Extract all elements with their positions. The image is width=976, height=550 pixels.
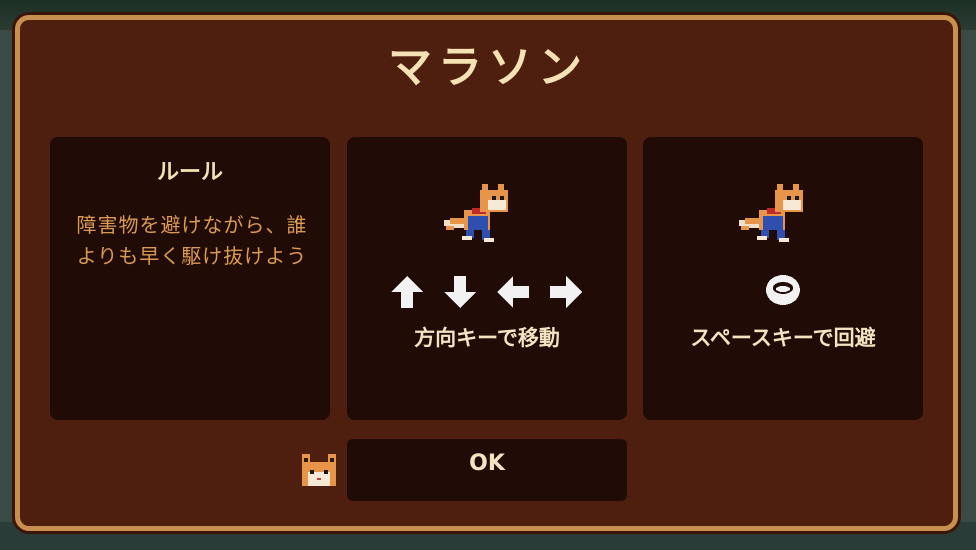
ok-button[interactable]: OK [347, 439, 627, 501]
dodge-caption: スペースキーで回避 [690, 326, 876, 350]
arrow-down-icon [444, 276, 476, 308]
arrow-right-icon [550, 276, 582, 308]
dodge-controls-panel: スペースキーで回避 [643, 137, 923, 420]
dodging-cat-sprite [739, 184, 803, 242]
space-key-icon [766, 275, 800, 305]
dialog-title: マラソン [388, 42, 588, 93]
running-cat-sprite [444, 184, 508, 242]
move-caption: 方向キーで移動 [414, 326, 560, 350]
cat-cursor-icon [302, 454, 336, 486]
arrow-left-icon [497, 276, 529, 308]
rules-description: 障害物を避けながら、誰よりも早く駆け抜けよう [76, 213, 308, 268]
arrow-keys-group [389, 274, 585, 310]
arrow-up-icon [391, 276, 423, 308]
move-controls-panel: 方向キーで移動 [347, 137, 627, 420]
rules-panel: ルール 障害物を避けながら、誰よりも早く駆け抜けよう [50, 137, 330, 420]
rules-heading: ルール [156, 160, 223, 185]
